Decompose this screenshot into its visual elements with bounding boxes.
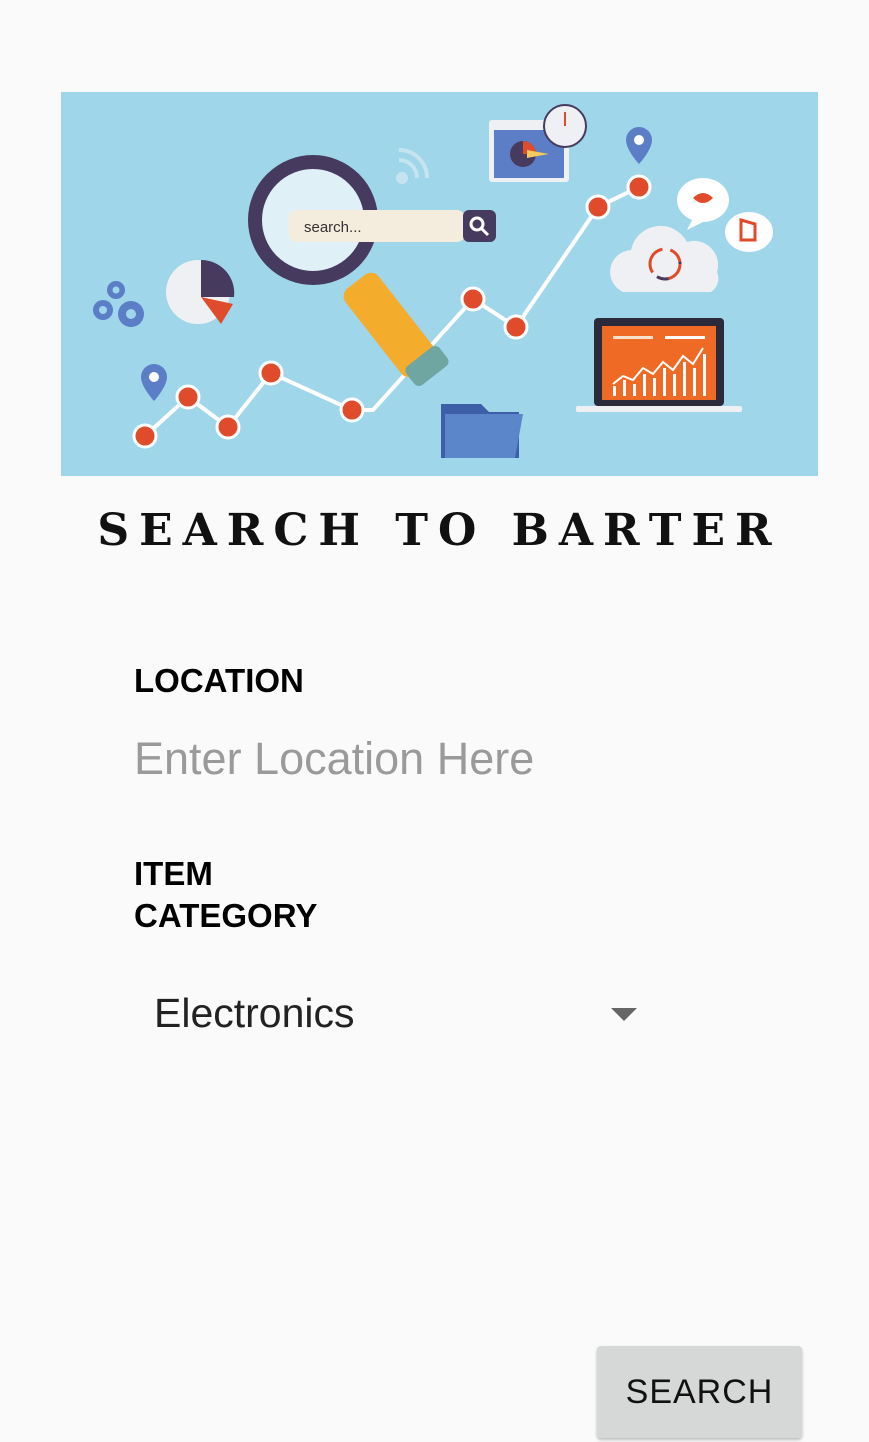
item-category-label-text: ITEM CATEGORY xyxy=(134,855,318,934)
search-button[interactable]: SEARCH xyxy=(597,1346,802,1438)
gear-icon xyxy=(93,281,144,327)
pie-chart-icon xyxy=(166,259,235,324)
laptop-icon xyxy=(576,318,742,412)
cloud-sync-icon xyxy=(610,225,719,292)
item-category-label: ITEM CATEGORY xyxy=(134,853,384,937)
search-box-graphic: search... xyxy=(289,210,496,242)
item-category-dropdown[interactable]: Electronics xyxy=(134,980,654,1050)
search-box-text: search... xyxy=(304,219,362,236)
search-screen: search... SEARCH TO BARTER LOCATION Ente… xyxy=(0,0,869,1442)
location-label: LOCATION xyxy=(134,662,304,699)
chat-bubble-icon xyxy=(677,178,773,252)
magnifier-icon xyxy=(248,155,449,386)
item-category-selected: Electronics xyxy=(154,990,355,1036)
wifi-icon xyxy=(396,148,429,184)
app-title: SEARCH TO BARTER xyxy=(97,505,782,556)
location-input[interactable] xyxy=(134,726,654,792)
dropdown-arrow-icon xyxy=(611,1008,637,1021)
gauge-icon xyxy=(543,104,587,148)
banner-image: search... xyxy=(61,92,818,476)
folder-icon xyxy=(441,404,523,458)
